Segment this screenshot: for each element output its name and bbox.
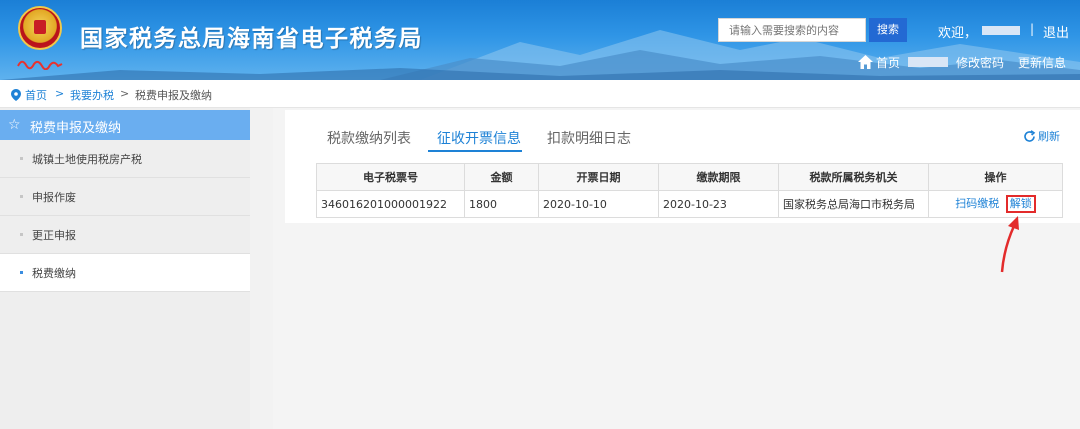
table-header-row: 电子税票号 金额 开票日期 缴款期限 税款所属税务机关 操作 — [316, 163, 1063, 191]
tab-deduction-log[interactable]: 扣款明细日志 — [547, 128, 631, 148]
ticket-number: 346016201000001922 — [316, 190, 465, 218]
main-content: 税款缴纳列表 征收开票信息 扣款明细日志 刷新 电子税票号 金额 开票日期 缴款… — [273, 108, 1080, 429]
welcome-text: 欢迎， — [938, 26, 978, 41]
content-panel: 税款缴纳列表 征收开票信息 扣款明细日志 刷新 电子税票号 金额 开票日期 缴款… — [285, 110, 1080, 223]
tax-script-logo — [17, 60, 63, 70]
bullet-icon — [20, 157, 23, 160]
search-input[interactable] — [718, 18, 866, 42]
breadcrumb-separator: > — [120, 87, 130, 100]
sidebar-item-correct-declaration[interactable]: 更正申报 — [0, 216, 250, 254]
table-row: 346016201000001922 1800 2020-10-10 2020-… — [316, 190, 1063, 218]
home-icon[interactable] — [858, 55, 873, 69]
change-password-link[interactable]: 修改密码 — [956, 54, 1004, 71]
column-header: 缴款期限 — [658, 163, 779, 191]
annotation-arrow-icon — [1000, 216, 1019, 273]
column-header: 电子税票号 — [316, 163, 465, 191]
tab-payment-list[interactable]: 税款缴纳列表 — [327, 128, 411, 148]
breadcrumb: 首页 > 我要办税 > 税费申报及缴纳 — [0, 80, 1080, 108]
redacted-block — [908, 57, 948, 67]
issue-date: 2020-10-10 — [538, 190, 659, 218]
logout-link[interactable]: 退出 — [1043, 22, 1069, 41]
invoice-table: 电子税票号 金额 开票日期 缴款期限 税款所属税务机关 操作 346016201… — [316, 163, 1063, 218]
site-header: 国家税务总局海南省电子税务局 搜索 欢迎， | 退出 首页 修改密码 更新信息 — [0, 0, 1080, 80]
sidebar-item-tax-payment[interactable]: 税费缴纳 — [0, 254, 250, 292]
column-header: 金额 — [464, 163, 539, 191]
refresh-link[interactable]: 刷新 — [1038, 128, 1060, 144]
bullet-icon — [20, 271, 23, 274]
sidebar-header[interactable]: ☆ 税费申报及缴纳 — [0, 110, 250, 140]
sidebar-item-label: 城镇土地使用税房产税 — [32, 153, 142, 166]
tax-authority: 国家税务总局海口市税务局 — [778, 190, 929, 218]
active-tab-indicator — [428, 150, 522, 152]
username-redacted — [982, 26, 1020, 35]
column-header: 开票日期 — [538, 163, 659, 191]
sidebar-item-void-declaration[interactable]: 申报作废 — [0, 178, 250, 216]
sidebar-item-land-property-tax[interactable]: 城镇土地使用税房产税 — [0, 140, 250, 178]
breadcrumb-separator: > — [55, 87, 65, 100]
star-icon: ☆ — [8, 117, 21, 133]
bullet-icon — [20, 233, 23, 236]
sidebar-item-label: 税费缴纳 — [32, 267, 76, 280]
column-header: 操作 — [928, 163, 1063, 191]
breadcrumb-current: 税费申报及缴纳 — [135, 89, 212, 102]
sidebar: ☆ 税费申报及缴纳 城镇土地使用税房产税 申报作废 更正申报 税费缴纳 — [0, 108, 250, 429]
tab-invoice-info[interactable]: 征收开票信息 — [437, 128, 521, 148]
breadcrumb-tax[interactable]: 我要办税 — [70, 87, 114, 103]
unlock-link[interactable]: 解锁 — [1005, 195, 1036, 213]
update-info-link[interactable]: 更新信息 — [1018, 54, 1066, 71]
home-link[interactable]: 首页 — [876, 54, 900, 71]
national-emblem-icon — [18, 6, 62, 50]
refresh-icon[interactable] — [1023, 130, 1036, 143]
amount: 1800 — [464, 190, 539, 218]
location-pin-icon — [11, 89, 21, 101]
bullet-icon — [20, 195, 23, 198]
sidebar-item-label: 更正申报 — [32, 229, 76, 242]
search-button[interactable]: 搜索 — [869, 18, 907, 42]
sidebar-title: 税费申报及缴纳 — [30, 121, 122, 136]
site-title: 国家税务总局海南省电子税务局 — [80, 26, 423, 52]
payment-deadline: 2020-10-23 — [658, 190, 779, 218]
scan-pay-link[interactable]: 扫码缴税 — [955, 197, 999, 210]
sidebar-item-label: 申报作废 — [32, 191, 76, 204]
breadcrumb-home[interactable]: 首页 — [25, 87, 47, 103]
column-header: 税款所属税务机关 — [778, 163, 929, 191]
header-separator: | — [1030, 22, 1035, 36]
